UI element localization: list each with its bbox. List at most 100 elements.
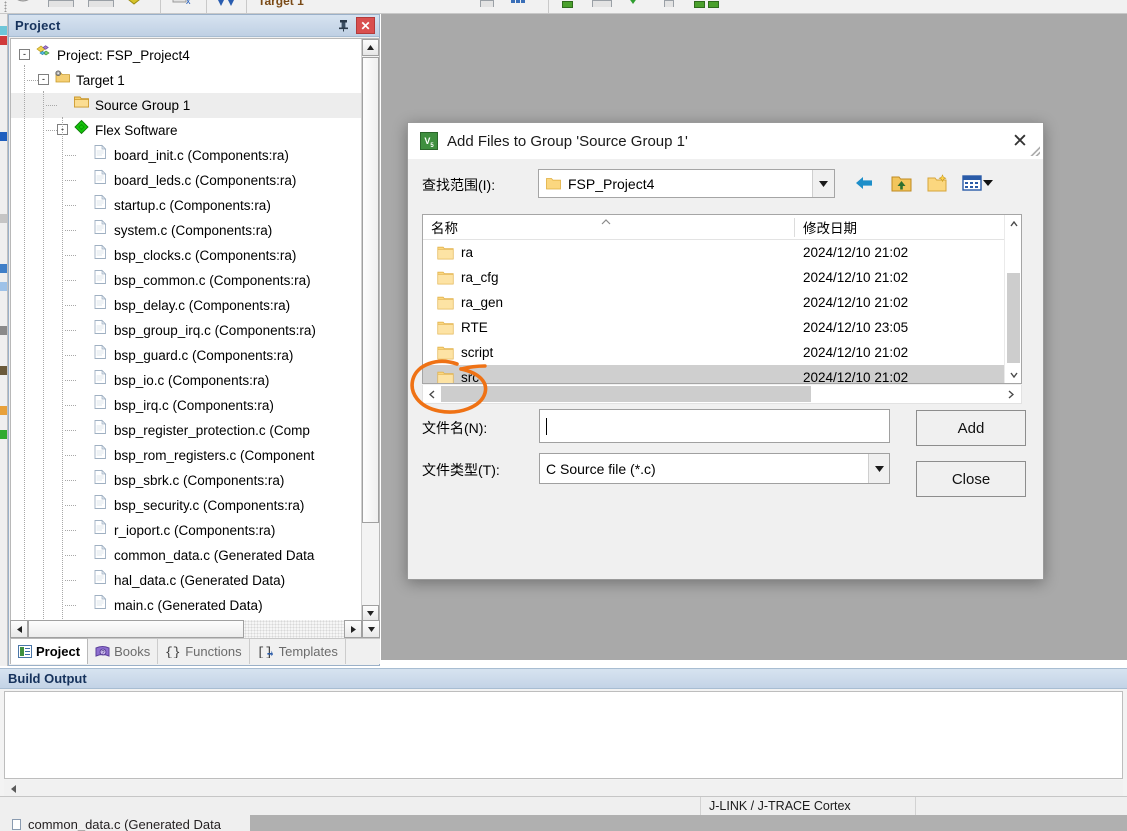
- file-list-header[interactable]: 名称 修改日期: [423, 215, 1021, 240]
- tree-item[interactable]: bsp_io.c (Components:ra): [11, 368, 363, 393]
- tree-item[interactable]: common_data.c (Generated Data: [11, 543, 363, 568]
- tab-templates[interactable]: [] Templates: [250, 639, 346, 664]
- tab-project[interactable]: Project: [10, 638, 89, 664]
- chevron-down-icon[interactable]: [868, 454, 889, 483]
- file-type-combobox[interactable]: C Source file (*.c): [539, 453, 890, 484]
- close-button[interactable]: Close: [916, 461, 1026, 497]
- chevron-down-icon[interactable]: [362, 620, 380, 638]
- toolbar-icon-build[interactable]: [126, 0, 142, 8]
- project-tree-hscrollbar[interactable]: [10, 620, 380, 638]
- scroll-left-icon[interactable]: [4, 781, 22, 798]
- tab-books[interactable]: ? Books: [88, 639, 159, 664]
- toolbar-icon-8[interactable]: [664, 0, 674, 7]
- column-header[interactable]: 修改日期: [795, 215, 1005, 240]
- left-strip-item-4[interactable]: [0, 214, 7, 223]
- pin-icon[interactable]: [335, 17, 352, 34]
- new-folder-icon[interactable]: [925, 170, 951, 196]
- left-docked-toolbar[interactable]: [0, 14, 8, 666]
- file-list-row[interactable]: ra_cfg 2024/12/10 21:02: [423, 265, 1021, 290]
- toolbar-icon-3[interactable]: [88, 0, 114, 7]
- hscrollbar-thumb[interactable]: [28, 620, 244, 638]
- tree-item[interactable]: bsp_common.c (Components:ra): [11, 268, 363, 293]
- tree-item[interactable]: main.c (Generated Data): [11, 593, 363, 618]
- file-list-row[interactable]: script 2024/12/10 21:02: [423, 340, 1021, 365]
- tree-item[interactable]: system.c (Components:ra): [11, 218, 363, 243]
- left-strip-item-9[interactable]: [0, 406, 7, 415]
- toolbar-icon-7[interactable]: [626, 0, 640, 8]
- left-strip-item-6[interactable]: [0, 282, 7, 291]
- file-list-row[interactable]: src 2024/12/10 21:02: [423, 365, 1021, 383]
- scrollbar-thumb[interactable]: [1007, 273, 1020, 363]
- tree-item[interactable]: startup.c (Components:ra): [11, 193, 363, 218]
- tree-item[interactable]: bsp_irq.c (Components:ra): [11, 393, 363, 418]
- tree-item[interactable]: - Target 1: [11, 68, 363, 93]
- scroll-left-icon[interactable]: [423, 386, 441, 403]
- toolbar-icon-clear[interactable]: x: [172, 0, 194, 8]
- up-folder-icon[interactable]: [888, 170, 914, 196]
- tree-item[interactable]: Source Group 1: [11, 93, 363, 118]
- left-strip-item-5[interactable]: [0, 264, 7, 273]
- left-strip-item-7[interactable]: [0, 326, 7, 335]
- left-strip-item-2[interactable]: [0, 36, 7, 45]
- tree-item-label: bsp_common.c (Components:ra): [114, 273, 311, 288]
- file-list-row[interactable]: ra 2024/12/10 21:02: [423, 240, 1021, 265]
- build-output-text[interactable]: [4, 691, 1123, 779]
- project-panel-tabs[interactable]: Project? Books {} Functions [] Templates: [10, 638, 380, 664]
- scroll-up-icon[interactable]: [1005, 215, 1021, 232]
- tree-expander-icon[interactable]: -: [38, 74, 49, 85]
- dialog-nav-buttons[interactable]: [851, 170, 996, 196]
- look-in-combobox[interactable]: FSP_Project4: [538, 169, 835, 198]
- file-list[interactable]: 名称 修改日期 ra 2024/12/10 21:02 ra_cfg 2024/12/1…: [422, 214, 1022, 384]
- scrollbar-thumb[interactable]: [362, 57, 379, 523]
- left-strip-item-3[interactable]: [0, 132, 7, 141]
- toolbar-icon-4[interactable]: [480, 0, 494, 7]
- hscrollbar-thumb[interactable]: [441, 386, 811, 402]
- tab-functions[interactable]: {} Functions: [158, 639, 250, 664]
- scroll-right-icon[interactable]: [1002, 386, 1020, 403]
- toolbar-icon-1[interactable]: [14, 0, 32, 8]
- back-icon[interactable]: [851, 170, 877, 196]
- tree-item[interactable]: bsp_guard.c (Components:ra): [11, 343, 363, 368]
- tree-item[interactable]: hal_data.c (Generated Data): [11, 568, 363, 593]
- toolbar-icon-6[interactable]: [592, 0, 612, 7]
- tree-item[interactable]: board_leds.c (Components:ra): [11, 168, 363, 193]
- file-list-vscrollbar[interactable]: [1004, 215, 1021, 383]
- close-icon[interactable]: ✕: [356, 17, 375, 34]
- toolbar-grip[interactable]: [4, 1, 7, 12]
- scroll-up-icon[interactable]: [362, 39, 379, 56]
- file-list-row[interactable]: RTE 2024/12/10 23:05: [423, 315, 1021, 340]
- project-tree[interactable]: - Project: FSP_Project4- Target 1 Source Gr…: [10, 38, 380, 623]
- tree-item[interactable]: bsp_rom_registers.c (Component: [11, 443, 363, 468]
- scroll-left-icon[interactable]: [10, 620, 28, 638]
- tree-connector: [65, 255, 76, 256]
- chevron-down-icon[interactable]: [812, 170, 834, 197]
- toolbar-icon-2[interactable]: [48, 0, 74, 7]
- project-tree-vscrollbar[interactable]: [361, 39, 379, 622]
- tree-item-label: Flex Software: [95, 123, 178, 138]
- tree-item[interactable]: bsp_clocks.c (Components:ra): [11, 243, 363, 268]
- column-header[interactable]: 名称: [423, 215, 795, 240]
- tree-item[interactable]: bsp_security.c (Components:ra): [11, 493, 363, 518]
- toolbar-icon-5[interactable]: [510, 0, 530, 8]
- tree-item[interactable]: board_init.c (Components:ra): [11, 143, 363, 168]
- tree-item[interactable]: - Project: FSP_Project4: [11, 43, 363, 68]
- tree-expander-icon[interactable]: -: [19, 49, 30, 60]
- tree-item[interactable]: - Flex Software: [11, 118, 363, 143]
- resize-grip[interactable]: [1028, 144, 1040, 156]
- main-toolbar[interactable]: x Target 1: [0, 0, 1127, 14]
- left-strip-item-10[interactable]: [0, 430, 7, 439]
- tree-item[interactable]: bsp_register_protection.c (Comp: [11, 418, 363, 443]
- tree-item[interactable]: bsp_delay.c (Components:ra): [11, 293, 363, 318]
- file-name-input[interactable]: [539, 409, 890, 443]
- file-list-hscrollbar[interactable]: [422, 385, 1022, 404]
- tree-item[interactable]: bsp_sbrk.c (Components:ra): [11, 468, 363, 493]
- add-button[interactable]: Add: [916, 410, 1026, 446]
- left-strip-item-1[interactable]: [0, 26, 7, 35]
- file-list-row[interactable]: ra_gen 2024/12/10 21:02: [423, 290, 1021, 315]
- scroll-right-icon[interactable]: [344, 620, 362, 638]
- tree-item[interactable]: r_ioport.c (Components:ra): [11, 518, 363, 543]
- tree-item[interactable]: bsp_group_irq.c (Components:ra): [11, 318, 363, 343]
- view-mode-icon[interactable]: [962, 170, 996, 196]
- scroll-down-icon[interactable]: [1005, 366, 1021, 383]
- left-strip-item-8[interactable]: [0, 366, 7, 375]
